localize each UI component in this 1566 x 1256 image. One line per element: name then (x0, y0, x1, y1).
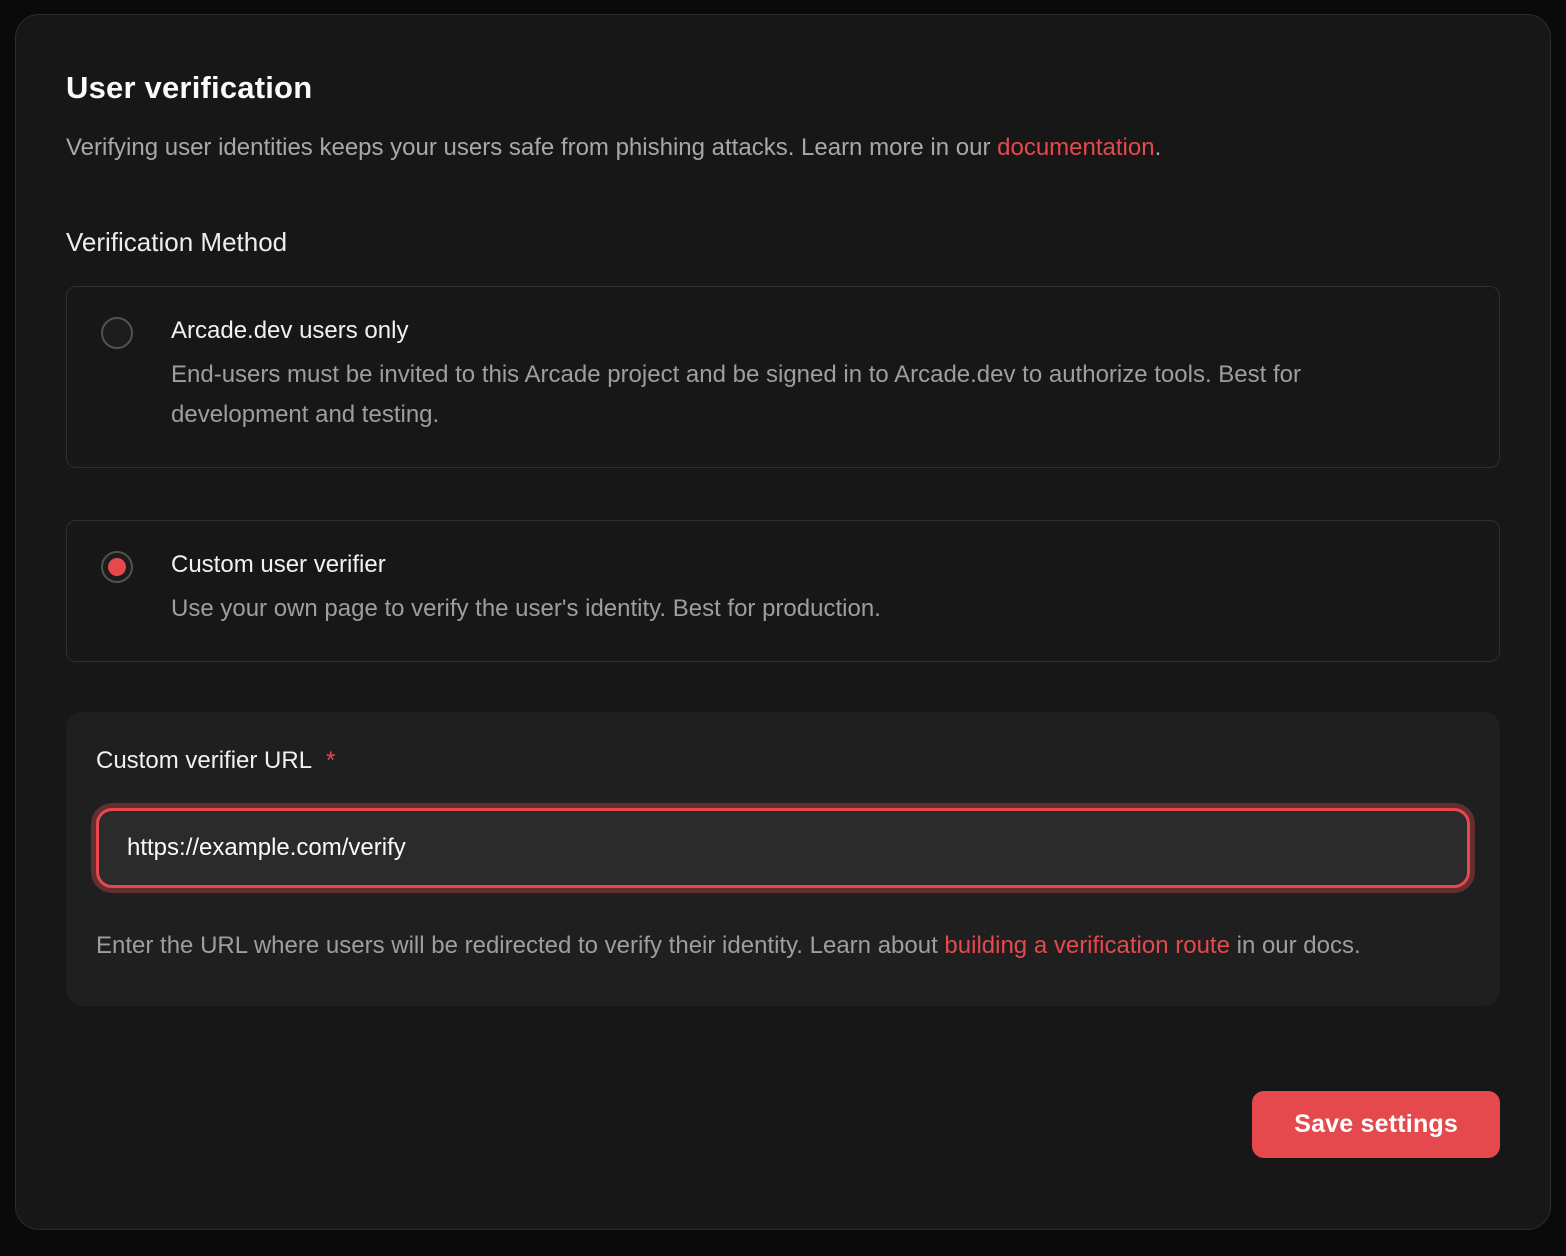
building-verification-route-link[interactable]: building a verification route (944, 932, 1230, 959)
verification-method-heading: Verification Method (66, 227, 1500, 257)
option-description: End-users must be invited to this Arcade… (171, 355, 1431, 435)
option-custom-user-verifier-content: Custom user verifier Use your own page t… (171, 549, 881, 629)
custom-verifier-url-label: Custom verifier URL * (96, 746, 1470, 776)
helper-text: Enter the URL where users will be redire… (96, 926, 1470, 966)
helper-text-after: in our docs. (1230, 932, 1361, 959)
custom-verifier-url-input[interactable] (96, 808, 1470, 888)
save-settings-button[interactable]: Save settings (1252, 1091, 1500, 1158)
required-asterisk: * (326, 747, 335, 774)
custom-verifier-panel: Custom verifier URL * Enter the URL where… (66, 712, 1500, 1006)
option-arcade-users-only-content: Arcade.dev users only End-users must be … (171, 315, 1431, 435)
option-custom-user-verifier[interactable]: Custom user verifier Use your own page t… (66, 520, 1500, 662)
option-title: Arcade.dev users only (171, 315, 1431, 347)
page-description: Verifying user identities keeps your use… (66, 133, 1500, 163)
documentation-link[interactable]: documentation (997, 134, 1154, 161)
option-arcade-users-only[interactable]: Arcade.dev users only End-users must be … (66, 286, 1500, 468)
actions-row: Save settings (66, 1091, 1500, 1158)
option-description: Use your own page to verify the user's i… (171, 589, 881, 629)
user-verification-card: User verification Verifying user identit… (15, 14, 1551, 1230)
radio-selected-icon[interactable] (101, 551, 133, 583)
helper-text-before: Enter the URL where users will be redire… (96, 932, 944, 959)
page-description-period: . (1155, 134, 1162, 161)
radio-unselected-icon[interactable] (101, 317, 133, 349)
custom-verifier-url-label-text: Custom verifier URL (96, 747, 312, 774)
option-title: Custom user verifier (171, 549, 881, 581)
page-title: User verification (66, 69, 1500, 107)
page-description-text: Verifying user identities keeps your use… (66, 134, 997, 161)
